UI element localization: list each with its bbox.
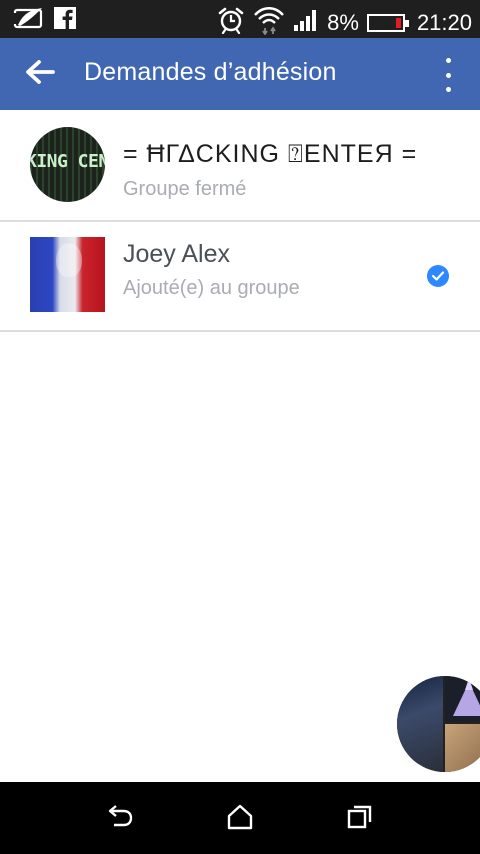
- back-button[interactable]: [20, 56, 60, 92]
- recents-icon: [346, 804, 374, 835]
- home-icon: [226, 804, 254, 835]
- more-vert-icon-dot: [445, 58, 451, 63]
- clipboard-icon: [12, 6, 44, 35]
- battery-icon: [366, 13, 409, 32]
- status-right-icons: 8% 21:20: [217, 5, 472, 40]
- battery-percent: 8%: [327, 9, 359, 35]
- page-title: Demandes d’adhésion: [84, 58, 337, 86]
- app-bar: Demandes d’adhésion: [0, 38, 480, 110]
- nav-back-button[interactable]: [105, 804, 135, 834]
- facebook-icon: [54, 7, 76, 34]
- group-header-row[interactable]: KING CEN = ĦΓΔCKING ⍰ENTEЯ = Groupe ferm…: [0, 110, 480, 222]
- member-status: Ajouté(e) au groupe: [123, 277, 300, 299]
- signal-icon: [293, 8, 319, 37]
- status-left-icons: [12, 6, 76, 35]
- back-icon: [106, 804, 134, 835]
- more-options-button[interactable]: [438, 58, 458, 92]
- more-vert-icon-dot: [445, 87, 451, 92]
- chat-head-photo-top-right: [445, 676, 480, 722]
- member-avatar: [30, 237, 105, 312]
- group-avatar-text: KING CEN: [30, 151, 105, 172]
- chat-head-photo-left: [397, 676, 443, 772]
- chat-head-bubble[interactable]: [397, 676, 480, 772]
- nav-recents-button[interactable]: [345, 804, 375, 834]
- member-row[interactable]: Joey Alex Ajouté(e) au groupe: [0, 222, 480, 332]
- status-bar: 8% 21:20: [0, 0, 480, 38]
- member-avatar-figure: [56, 243, 82, 277]
- group-avatar: KING CEN: [30, 127, 105, 202]
- wifi-icon: [253, 5, 285, 40]
- checkmark-icon: [427, 265, 449, 287]
- group-privacy: Groupe fermé: [123, 178, 247, 200]
- arrow-left-icon: [25, 59, 55, 90]
- clock: 21:20: [416, 9, 472, 35]
- chat-head-photo-bottom-right: [445, 724, 480, 772]
- member-name: Joey Alex: [123, 240, 231, 268]
- navigation-bar: [0, 782, 480, 854]
- battery-level: [395, 17, 401, 28]
- nav-home-button[interactable]: [225, 804, 255, 834]
- more-vert-icon-dot: [445, 72, 451, 78]
- group-name: = ĦΓΔCKING ⍰ENTEЯ =: [123, 140, 418, 168]
- alarm-icon: [217, 6, 245, 39]
